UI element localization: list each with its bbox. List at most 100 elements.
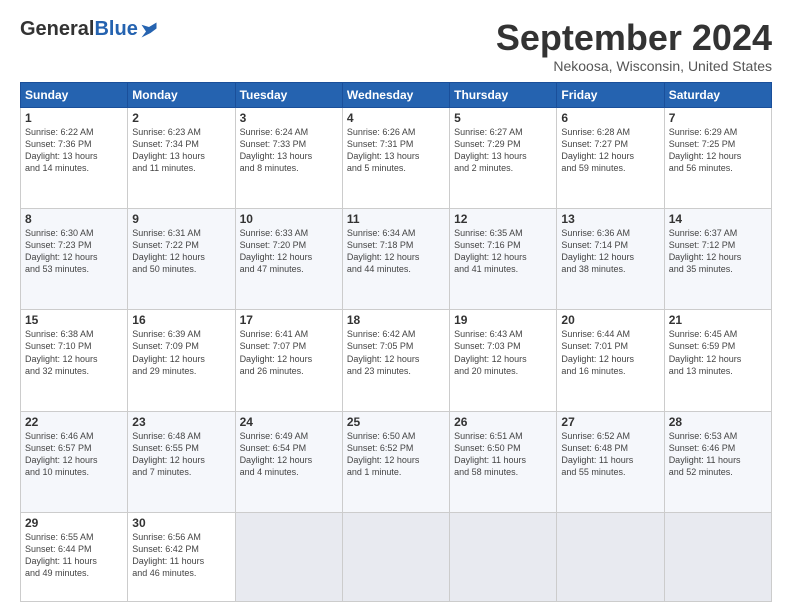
calendar-cell: 25Sunrise: 6:50 AM Sunset: 6:52 PM Dayli…: [342, 411, 449, 512]
calendar-cell: [450, 512, 557, 601]
day-number: 24: [240, 415, 338, 429]
calendar-week-row: 29Sunrise: 6:55 AM Sunset: 6:44 PM Dayli…: [21, 512, 772, 601]
day-number: 30: [132, 516, 230, 530]
col-header-wednesday: Wednesday: [342, 82, 449, 107]
day-info: Sunrise: 6:55 AM Sunset: 6:44 PM Dayligh…: [25, 531, 123, 580]
day-number: 22: [25, 415, 123, 429]
calendar-cell: 9Sunrise: 6:31 AM Sunset: 7:22 PM Daylig…: [128, 208, 235, 309]
calendar-cell: 13Sunrise: 6:36 AM Sunset: 7:14 PM Dayli…: [557, 208, 664, 309]
day-number: 18: [347, 313, 445, 327]
calendar-cell: 14Sunrise: 6:37 AM Sunset: 7:12 PM Dayli…: [664, 208, 771, 309]
calendar-cell: 18Sunrise: 6:42 AM Sunset: 7:05 PM Dayli…: [342, 310, 449, 411]
calendar-cell: 20Sunrise: 6:44 AM Sunset: 7:01 PM Dayli…: [557, 310, 664, 411]
day-info: Sunrise: 6:24 AM Sunset: 7:33 PM Dayligh…: [240, 126, 338, 175]
calendar-cell: [557, 512, 664, 601]
calendar-cell: 15Sunrise: 6:38 AM Sunset: 7:10 PM Dayli…: [21, 310, 128, 411]
calendar-cell: 26Sunrise: 6:51 AM Sunset: 6:50 PM Dayli…: [450, 411, 557, 512]
calendar-cell: 6Sunrise: 6:28 AM Sunset: 7:27 PM Daylig…: [557, 107, 664, 208]
calendar-cell: 30Sunrise: 6:56 AM Sunset: 6:42 PM Dayli…: [128, 512, 235, 601]
col-header-monday: Monday: [128, 82, 235, 107]
location: Nekoosa, Wisconsin, United States: [496, 58, 772, 74]
day-info: Sunrise: 6:28 AM Sunset: 7:27 PM Dayligh…: [561, 126, 659, 175]
calendar-cell: 23Sunrise: 6:48 AM Sunset: 6:55 PM Dayli…: [128, 411, 235, 512]
day-info: Sunrise: 6:51 AM Sunset: 6:50 PM Dayligh…: [454, 430, 552, 479]
day-info: Sunrise: 6:35 AM Sunset: 7:16 PM Dayligh…: [454, 227, 552, 276]
calendar-cell: 27Sunrise: 6:52 AM Sunset: 6:48 PM Dayli…: [557, 411, 664, 512]
calendar-cell: 4Sunrise: 6:26 AM Sunset: 7:31 PM Daylig…: [342, 107, 449, 208]
calendar-cell: 29Sunrise: 6:55 AM Sunset: 6:44 PM Dayli…: [21, 512, 128, 601]
day-info: Sunrise: 6:27 AM Sunset: 7:29 PM Dayligh…: [454, 126, 552, 175]
day-number: 9: [132, 212, 230, 226]
day-info: Sunrise: 6:49 AM Sunset: 6:54 PM Dayligh…: [240, 430, 338, 479]
day-number: 4: [347, 111, 445, 125]
day-info: Sunrise: 6:39 AM Sunset: 7:09 PM Dayligh…: [132, 328, 230, 377]
day-info: Sunrise: 6:33 AM Sunset: 7:20 PM Dayligh…: [240, 227, 338, 276]
calendar-cell: 10Sunrise: 6:33 AM Sunset: 7:20 PM Dayli…: [235, 208, 342, 309]
day-number: 11: [347, 212, 445, 226]
day-info: Sunrise: 6:44 AM Sunset: 7:01 PM Dayligh…: [561, 328, 659, 377]
day-number: 15: [25, 313, 123, 327]
day-number: 5: [454, 111, 552, 125]
day-info: Sunrise: 6:26 AM Sunset: 7:31 PM Dayligh…: [347, 126, 445, 175]
calendar-cell: [664, 512, 771, 601]
day-number: 3: [240, 111, 338, 125]
calendar-cell: 11Sunrise: 6:34 AM Sunset: 7:18 PM Dayli…: [342, 208, 449, 309]
day-info: Sunrise: 6:31 AM Sunset: 7:22 PM Dayligh…: [132, 227, 230, 276]
calendar-table: SundayMondayTuesdayWednesdayThursdayFrid…: [20, 82, 772, 602]
day-number: 29: [25, 516, 123, 530]
day-number: 28: [669, 415, 767, 429]
day-info: Sunrise: 6:42 AM Sunset: 7:05 PM Dayligh…: [347, 328, 445, 377]
day-number: 17: [240, 313, 338, 327]
calendar-cell: 21Sunrise: 6:45 AM Sunset: 6:59 PM Dayli…: [664, 310, 771, 411]
day-info: Sunrise: 6:56 AM Sunset: 6:42 PM Dayligh…: [132, 531, 230, 580]
day-number: 27: [561, 415, 659, 429]
day-number: 26: [454, 415, 552, 429]
day-info: Sunrise: 6:34 AM Sunset: 7:18 PM Dayligh…: [347, 227, 445, 276]
day-info: Sunrise: 6:23 AM Sunset: 7:34 PM Dayligh…: [132, 126, 230, 175]
day-number: 23: [132, 415, 230, 429]
day-info: Sunrise: 6:48 AM Sunset: 6:55 PM Dayligh…: [132, 430, 230, 479]
day-info: Sunrise: 6:53 AM Sunset: 6:46 PM Dayligh…: [669, 430, 767, 479]
calendar-cell: 1Sunrise: 6:22 AM Sunset: 7:36 PM Daylig…: [21, 107, 128, 208]
calendar-cell: 17Sunrise: 6:41 AM Sunset: 7:07 PM Dayli…: [235, 310, 342, 411]
calendar-week-row: 1Sunrise: 6:22 AM Sunset: 7:36 PM Daylig…: [21, 107, 772, 208]
month-title: September 2024: [496, 18, 772, 58]
calendar-cell: 16Sunrise: 6:39 AM Sunset: 7:09 PM Dayli…: [128, 310, 235, 411]
day-number: 20: [561, 313, 659, 327]
calendar-cell: 12Sunrise: 6:35 AM Sunset: 7:16 PM Dayli…: [450, 208, 557, 309]
logo: GeneralBlue: [20, 18, 158, 41]
calendar-cell: 7Sunrise: 6:29 AM Sunset: 7:25 PM Daylig…: [664, 107, 771, 208]
day-number: 19: [454, 313, 552, 327]
calendar-header-row: SundayMondayTuesdayWednesdayThursdayFrid…: [21, 82, 772, 107]
page: GeneralBlue September 2024 Nekoosa, Wisc…: [0, 0, 792, 612]
col-header-thursday: Thursday: [450, 82, 557, 107]
day-info: Sunrise: 6:29 AM Sunset: 7:25 PM Dayligh…: [669, 126, 767, 175]
col-header-sunday: Sunday: [21, 82, 128, 107]
calendar-week-row: 8Sunrise: 6:30 AM Sunset: 7:23 PM Daylig…: [21, 208, 772, 309]
day-number: 2: [132, 111, 230, 125]
day-info: Sunrise: 6:52 AM Sunset: 6:48 PM Dayligh…: [561, 430, 659, 479]
calendar-cell: 19Sunrise: 6:43 AM Sunset: 7:03 PM Dayli…: [450, 310, 557, 411]
calendar-cell: 28Sunrise: 6:53 AM Sunset: 6:46 PM Dayli…: [664, 411, 771, 512]
col-header-saturday: Saturday: [664, 82, 771, 107]
col-header-tuesday: Tuesday: [235, 82, 342, 107]
col-header-friday: Friday: [557, 82, 664, 107]
day-number: 13: [561, 212, 659, 226]
day-info: Sunrise: 6:30 AM Sunset: 7:23 PM Dayligh…: [25, 227, 123, 276]
day-info: Sunrise: 6:38 AM Sunset: 7:10 PM Dayligh…: [25, 328, 123, 377]
day-number: 7: [669, 111, 767, 125]
day-number: 1: [25, 111, 123, 125]
day-info: Sunrise: 6:22 AM Sunset: 7:36 PM Dayligh…: [25, 126, 123, 175]
title-block: September 2024 Nekoosa, Wisconsin, Unite…: [496, 18, 772, 74]
day-info: Sunrise: 6:36 AM Sunset: 7:14 PM Dayligh…: [561, 227, 659, 276]
day-info: Sunrise: 6:45 AM Sunset: 6:59 PM Dayligh…: [669, 328, 767, 377]
day-number: 16: [132, 313, 230, 327]
calendar-cell: [342, 512, 449, 601]
day-number: 25: [347, 415, 445, 429]
day-info: Sunrise: 6:41 AM Sunset: 7:07 PM Dayligh…: [240, 328, 338, 377]
day-number: 12: [454, 212, 552, 226]
day-number: 14: [669, 212, 767, 226]
logo-general: GeneralBlue: [20, 18, 138, 41]
header: GeneralBlue September 2024 Nekoosa, Wisc…: [20, 18, 772, 74]
calendar-cell: 24Sunrise: 6:49 AM Sunset: 6:54 PM Dayli…: [235, 411, 342, 512]
